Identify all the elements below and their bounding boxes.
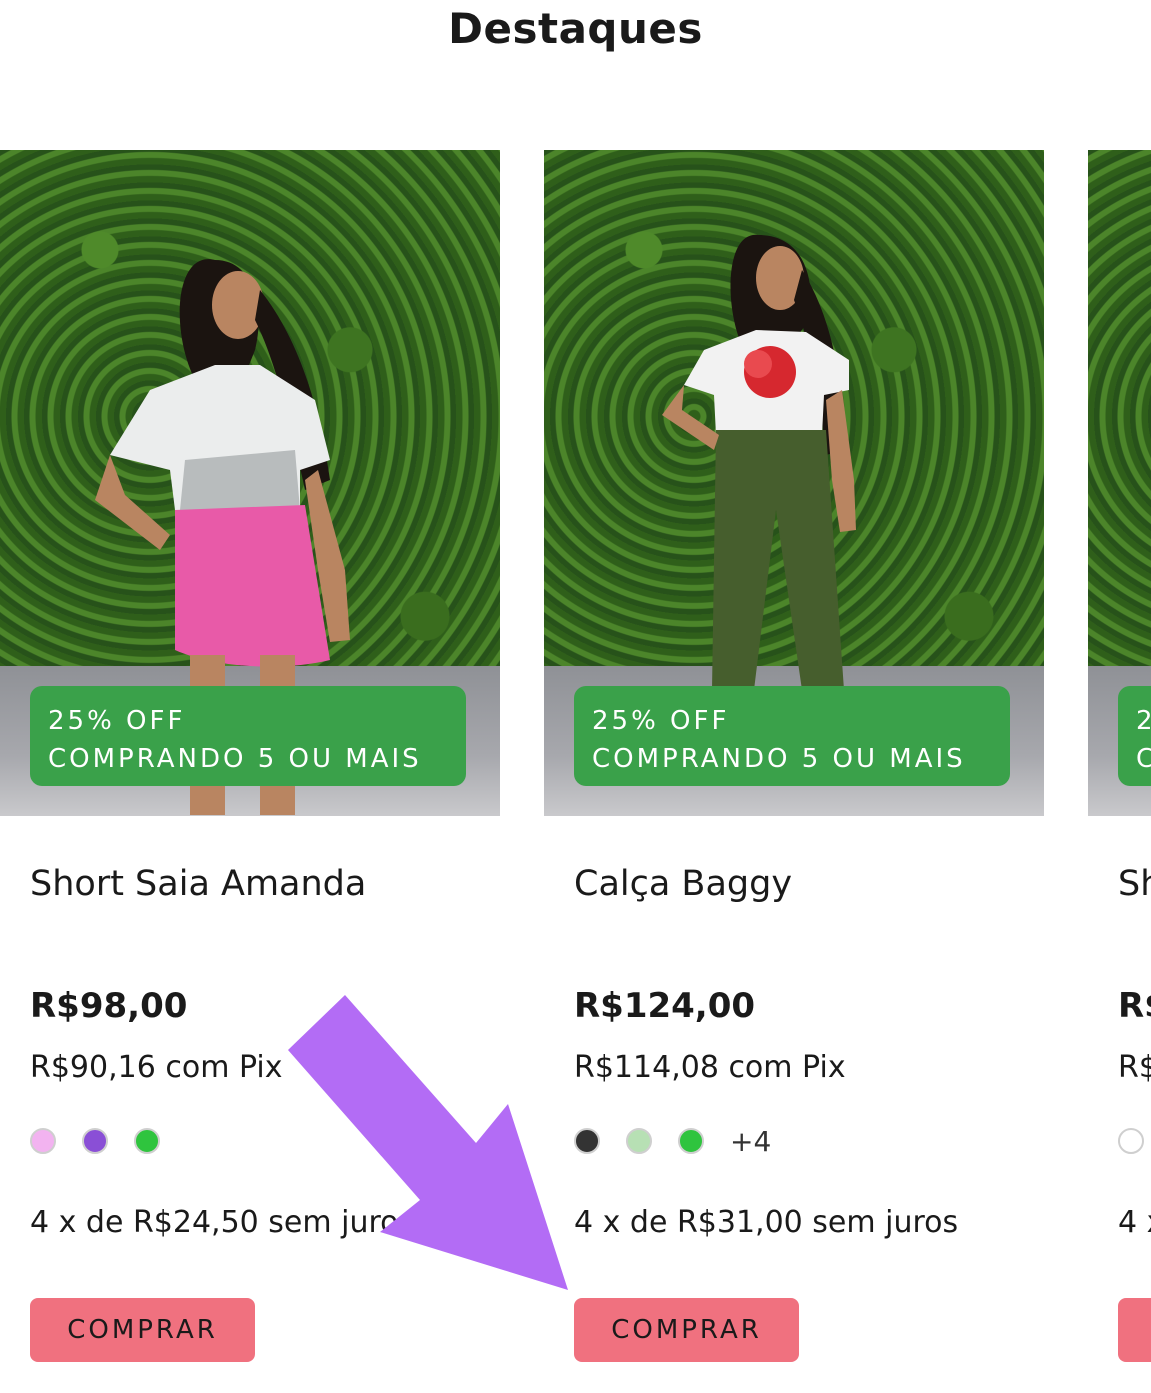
product-carousel[interactable]: 25% OFF COMPRANDO 5 OU MAIS Short Saia A… <box>0 0 1151 1393</box>
product-image[interactable]: 25% OFF COMPRANDO 5 OU MAIS <box>544 150 1044 816</box>
installments-text: 4 x de R$24,50 sem juros <box>30 1205 415 1240</box>
color-swatch-green[interactable] <box>678 1128 704 1154</box>
promo-condition-text: COMPRANDO 5 OU MAIS <box>1136 744 1151 774</box>
installments-text: 4 x de R$31,00 sem juros <box>574 1205 959 1240</box>
color-swatch-black[interactable] <box>574 1128 600 1154</box>
installments-text: 4 x de R$24,50 sem juros <box>1118 1205 1151 1240</box>
buy-button[interactable]: COMPRAR <box>1118 1298 1151 1362</box>
product-card[interactable]: 25% OFF COMPRANDO 5 OU MAIS Short Saia A… <box>0 150 500 1380</box>
promo-badge: 25% OFF COMPRANDO 5 OU MAIS <box>1118 686 1151 786</box>
promo-badge: 25% OFF COMPRANDO 5 OU MAIS <box>30 686 466 786</box>
product-card[interactable]: 25% OFF COMPRANDO 5 OU MAIS Short Saia A… <box>1088 150 1151 1380</box>
buy-button[interactable]: COMPRAR <box>574 1298 799 1362</box>
promo-discount-text: 25% OFF <box>48 706 186 736</box>
color-swatch-white[interactable] <box>1118 1128 1144 1154</box>
promo-discount-text: 25% OFF <box>592 706 730 736</box>
promo-condition-text: COMPRANDO 5 OU MAIS <box>592 744 966 774</box>
pix-price: R$114,08 com Pix <box>574 1050 846 1085</box>
more-colors-count[interactable]: +4 <box>730 1125 771 1158</box>
product-price: R$98,00 <box>30 986 188 1026</box>
pix-price: R$90,16 com Pix <box>1118 1050 1151 1085</box>
color-swatch-green[interactable] <box>134 1128 160 1154</box>
color-swatch-light-green[interactable] <box>626 1128 652 1154</box>
color-swatch-pink[interactable] <box>30 1128 56 1154</box>
promo-badge: 25% OFF COMPRANDO 5 OU MAIS <box>574 686 1010 786</box>
product-name[interactable]: Short Saia Amanda <box>1118 864 1151 904</box>
pix-price: R$90,16 com Pix <box>30 1050 283 1085</box>
promo-discount-text: 25% OFF <box>1136 706 1151 736</box>
product-image[interactable]: 25% OFF COMPRANDO 5 OU MAIS <box>0 150 500 816</box>
product-name[interactable]: Calça Baggy <box>574 864 792 904</box>
promo-condition-text: COMPRANDO 5 OU MAIS <box>48 744 422 774</box>
product-price: R$124,00 <box>574 986 756 1026</box>
buy-button[interactable]: COMPRAR <box>30 1298 255 1362</box>
product-card[interactable]: 25% OFF COMPRANDO 5 OU MAIS Calça Baggy … <box>544 150 1044 1380</box>
product-price: R$98,00 <box>1118 986 1151 1026</box>
color-swatches <box>30 1124 160 1158</box>
product-name[interactable]: Short Saia Amanda <box>30 864 366 904</box>
color-swatch-purple[interactable] <box>82 1128 108 1154</box>
product-image[interactable]: 25% OFF COMPRANDO 5 OU MAIS <box>1088 150 1151 816</box>
color-swatches: +4 <box>574 1124 771 1158</box>
color-swatches <box>1118 1124 1144 1158</box>
